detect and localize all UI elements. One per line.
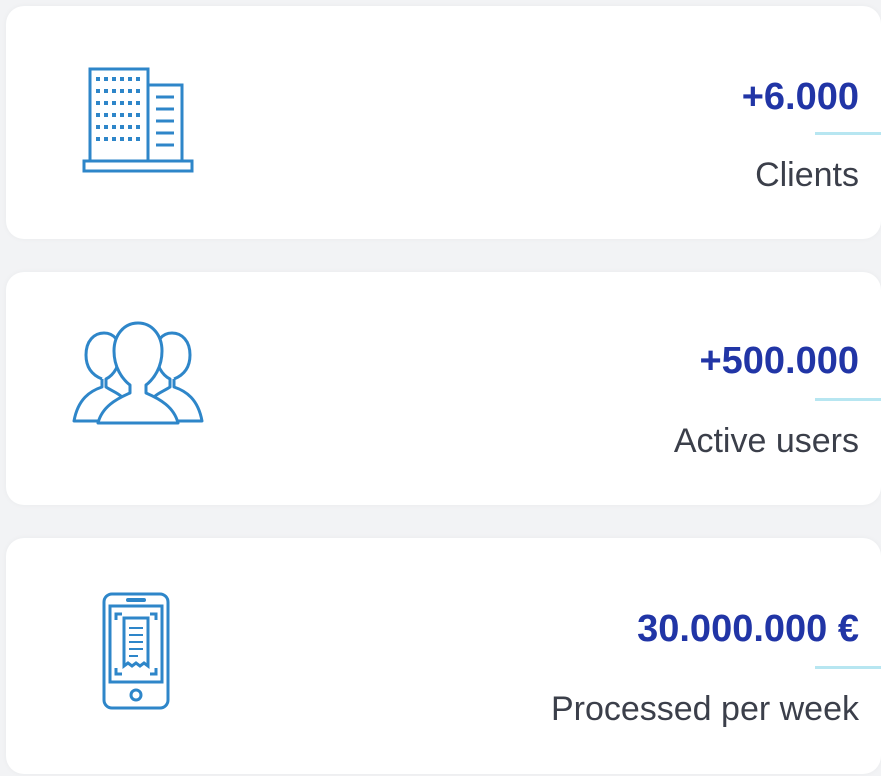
stat-divider: [815, 398, 881, 401]
stat-card-processed-per-week: 30.000.000 € Processed per week: [6, 538, 881, 774]
stat-label: Active users: [673, 422, 859, 460]
stat-divider: [815, 132, 881, 135]
stat-divider: [815, 666, 881, 669]
stat-value: +6.000: [741, 76, 859, 118]
stat-label: Clients: [755, 156, 859, 194]
stat-card-active-users: +500.000 Active users: [6, 272, 881, 505]
phone-receipt-icon: [102, 592, 170, 710]
stat-value: +500.000: [699, 340, 859, 382]
building-icon: [82, 67, 194, 173]
stat-value: 30.000.000 €: [637, 608, 859, 650]
users-icon: [72, 321, 204, 425]
stat-label: Processed per week: [550, 690, 859, 728]
stat-card-clients: +6.000 Clients: [6, 6, 881, 239]
